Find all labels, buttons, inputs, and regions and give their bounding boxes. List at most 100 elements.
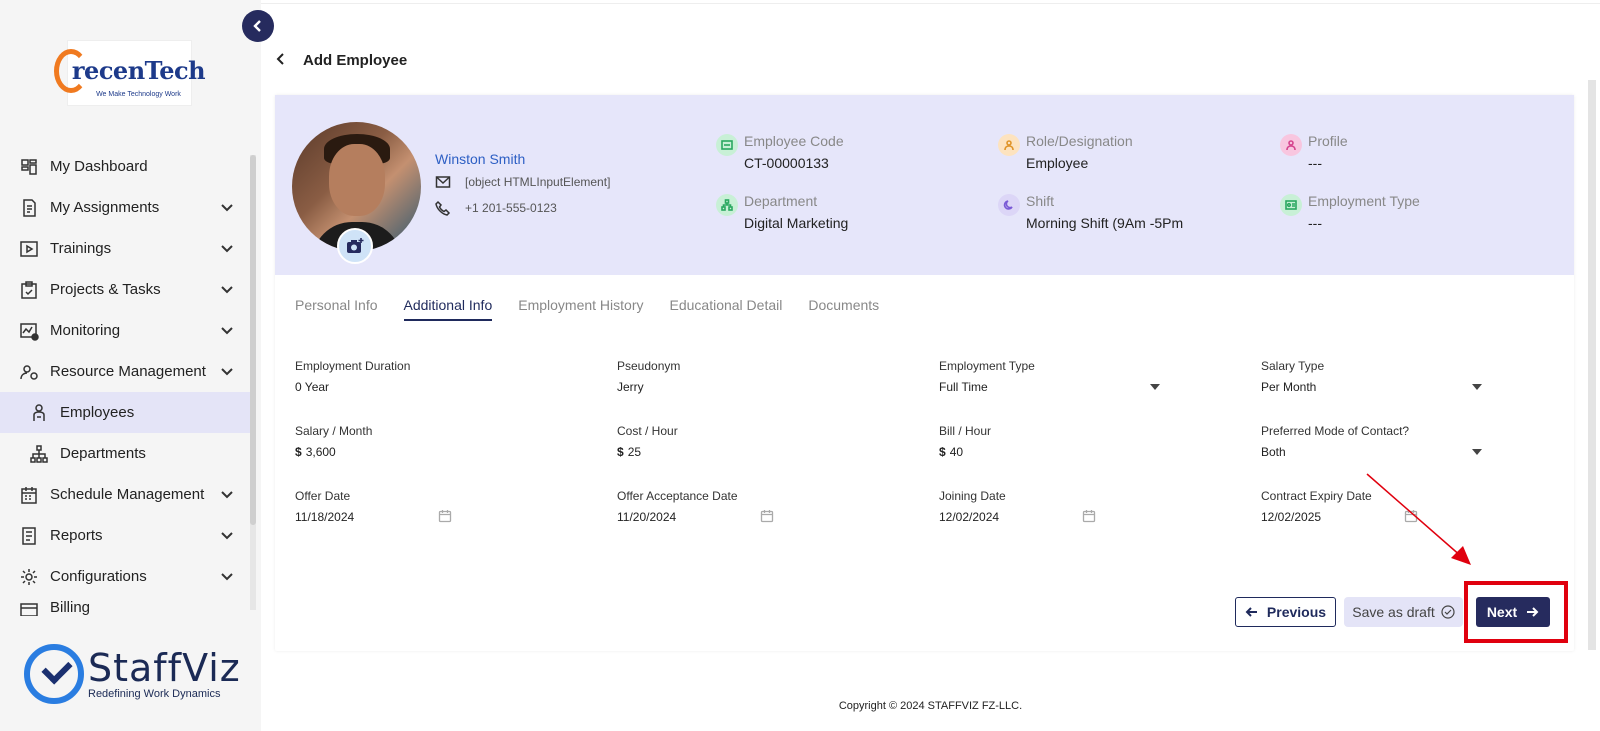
sidebar-item-resource-management[interactable]: Resource Management [0, 351, 251, 392]
field-label: Preferred Mode of Contact? [1261, 424, 1410, 438]
meta-label: Shift [1026, 193, 1055, 209]
cost-hour-input[interactable]: $25 [617, 445, 917, 459]
contact-mode-select[interactable]: Both [1261, 445, 1561, 459]
field-value: 3,600 [305, 445, 336, 459]
sidebar-item-label: Reports [50, 527, 103, 544]
meta-role: Role/Designation Employee [998, 132, 1133, 173]
bill-hour-input[interactable]: $40 [939, 445, 1239, 459]
sidebar-item-label: My Assignments [50, 199, 160, 216]
form-tabs: Personal Info Additional Info Employment… [295, 297, 905, 321]
next-button[interactable]: Next [1476, 597, 1550, 627]
sidebar-item-schedule-management[interactable]: Schedule Management [0, 474, 251, 515]
sidebar-item-label: Schedule Management [50, 486, 205, 503]
pseudonym-input[interactable]: Jerry [617, 380, 917, 394]
offer-date-field: Offer Date 11/18/2024 [295, 489, 595, 524]
tab-educational-detail[interactable]: Educational Detail [670, 297, 783, 321]
salary-month-field: Salary / Month $3,600 [295, 424, 595, 459]
button-label: Previous [1266, 604, 1327, 620]
sidebar-nav: My Dashboard My Assignments Trainings Pr… [0, 146, 251, 616]
caret-down-icon[interactable] [1472, 384, 1482, 390]
pseudonym-field: Pseudonym Jerry [617, 359, 917, 394]
meta-label: Role/Designation [1026, 133, 1133, 149]
field-value: 0 Year [295, 380, 330, 394]
caret-down-icon[interactable] [1150, 384, 1160, 390]
org-chart-icon [28, 443, 50, 465]
collapse-sidebar-button[interactable] [242, 10, 274, 42]
chevron-left-icon [253, 20, 261, 32]
phone-icon [435, 200, 451, 216]
change-photo-button[interactable] [337, 228, 373, 264]
field-label: Joining Date [939, 489, 1006, 503]
sidebar-item-billing[interactable]: Billing [0, 597, 251, 616]
caret-down-icon[interactable] [1472, 449, 1482, 455]
camera-icon [347, 238, 364, 253]
chevron-down-icon [220, 364, 236, 380]
meta-employment-type: Employment Type --- [1280, 192, 1420, 233]
meta-value: Morning Shift (9Am -5Pm [1026, 215, 1184, 231]
meta-label: Department [744, 193, 818, 209]
sidebar-item-my-dashboard[interactable]: My Dashboard [0, 146, 251, 187]
field-label: Pseudonym [617, 359, 681, 373]
sidebar-item-configurations[interactable]: Configurations [0, 556, 251, 597]
sidebar-item-monitoring[interactable]: Monitoring [0, 310, 251, 351]
field-value: Per Month [1261, 380, 1317, 394]
currency-symbol: $ [939, 445, 946, 459]
field-label: Salary / Month [295, 424, 373, 438]
sidebar-item-employees[interactable]: Employees [0, 392, 251, 433]
sidebar-item-departments[interactable]: Departments [0, 433, 251, 474]
sidebar-item-label: Employees [60, 404, 135, 421]
sidebar-item-label: Departments [60, 445, 146, 462]
calendar-icon[interactable] [438, 509, 452, 528]
mail-icon [435, 176, 451, 188]
scrollbar-thumb[interactable] [250, 155, 256, 525]
employment-duration-field: Employment Duration 0 Year [295, 359, 595, 394]
sidebar-item-reports[interactable]: Reports [0, 515, 251, 556]
sidebar-item-label: My Dashboard [50, 158, 148, 175]
tab-personal-info[interactable]: Personal Info [295, 297, 378, 321]
sidebar-item-my-assignments[interactable]: My Assignments [0, 187, 251, 228]
meta-label: Employee Code [744, 133, 844, 149]
employment-duration-input[interactable]: 0 Year [295, 380, 595, 394]
field-value: 12/02/2025 [1261, 510, 1322, 524]
page-scrollbar[interactable] [1588, 80, 1596, 650]
calendar-icon [18, 484, 40, 506]
calendar-icon[interactable] [760, 509, 774, 528]
previous-button[interactable]: Previous [1235, 597, 1336, 627]
employee-icon [28, 402, 50, 424]
staffviz-tagline: Redefining Work Dynamics [88, 688, 221, 700]
employee-name[interactable]: Winston Smith [435, 151, 525, 167]
sidebar-item-projects-tasks[interactable]: Projects & Tasks [0, 269, 251, 310]
chevron-down-icon [220, 200, 236, 216]
play-icon [18, 238, 40, 260]
meta-value: --- [1308, 215, 1322, 231]
salary-month-input[interactable]: $3,600 [295, 445, 595, 459]
employment-type-select[interactable]: Full Time [939, 380, 1239, 394]
back-icon[interactable] [275, 52, 297, 69]
id-card-icon [716, 134, 738, 156]
field-label: Cost / Hour [617, 424, 678, 438]
contact-mode-field: Preferred Mode of Contact? Both [1261, 424, 1561, 459]
meta-department: Department Digital Marketing [716, 192, 848, 233]
check-circle-icon [1441, 605, 1455, 619]
footer-copyright: Copyright © 2024 STAFFVIZ FZ-LLC. [838, 700, 1023, 712]
sidebar-scrollbar[interactable] [250, 155, 256, 610]
tab-employment-history[interactable]: Employment History [518, 297, 643, 321]
page-header: Add Employee [275, 52, 407, 69]
tab-additional-info[interactable]: Additional Info [403, 297, 493, 321]
tab-documents[interactable]: Documents [808, 297, 879, 321]
logo-tagline: We Make Technology Work [96, 90, 181, 98]
sidebar-item-trainings[interactable]: Trainings [0, 228, 251, 269]
field-value: 40 [949, 445, 964, 459]
moon-clock-icon [998, 194, 1020, 216]
field-value: Both [1261, 445, 1286, 459]
calendar-icon[interactable] [1082, 509, 1096, 528]
scrollbar-thumb[interactable] [1588, 80, 1596, 650]
chevron-down-icon [220, 241, 236, 257]
field-label: Salary Type [1261, 359, 1325, 373]
annotation-arrow-icon [1366, 473, 1471, 565]
save-draft-button[interactable]: Save as draft [1344, 597, 1463, 627]
button-label: Next [1486, 604, 1518, 620]
bill-hour-field: Bill / Hour $40 [939, 424, 1239, 459]
salary-type-select[interactable]: Per Month [1261, 380, 1561, 394]
sidebar-item-label: Billing [50, 599, 91, 616]
